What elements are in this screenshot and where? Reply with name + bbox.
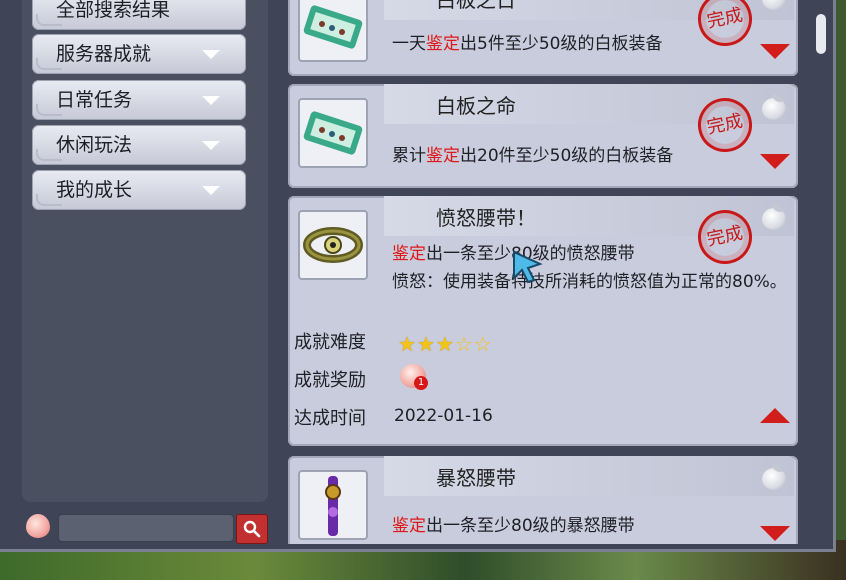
chevron-down-icon (202, 141, 220, 150)
peach-reward-icon (760, 94, 788, 120)
desc-text: 出20件至少50级的白板装备 (460, 146, 674, 166)
sidebar-item-label: 我的成长 (56, 179, 133, 201)
achievement-card[interactable]: 暴怒腰带 鉴定出一条至少80级的暴怒腰带 (288, 456, 798, 544)
achievement-title: 白板之日 (436, 0, 516, 12)
sidebar-item-label: 日常任务 (56, 89, 133, 111)
difficulty-label: 成就难度 (294, 332, 366, 353)
star-empty-icon: ☆ (454, 332, 474, 356)
expand-arrow-icon[interactable] (760, 154, 790, 169)
appraise-keyword: 鉴定 (426, 146, 460, 166)
expand-arrow-icon[interactable] (760, 44, 790, 59)
completion-time-value: 2022-01-16 (394, 406, 493, 426)
appraise-keyword: 鉴定 (426, 34, 460, 54)
reward-peach-icon[interactable]: 1 (400, 362, 428, 390)
purple-belt-icon (298, 470, 368, 540)
star-filled-icon: ★ (416, 332, 436, 356)
search-icon (243, 520, 261, 538)
sidebar-item-leisure[interactable]: 休闲玩法 (32, 125, 246, 165)
achievement-title: 愤怒腰带！ (436, 206, 536, 230)
completed-stamp-icon: 完成 (692, 0, 758, 52)
achievement-card[interactable]: 白板之日 一天鉴定出5件至少50级的白板装备 完成 (288, 0, 798, 76)
star-filled-icon: ★ (435, 332, 455, 356)
sidebar-item-my-growth[interactable]: 我的成长 (32, 170, 246, 210)
star-filled-icon: ★ (398, 332, 417, 356)
appraise-keyword: 鉴定 (392, 516, 426, 536)
search-button[interactable] (236, 514, 268, 544)
search-bar (22, 510, 270, 544)
sidebar-item-label: 全部搜索结果 (56, 0, 171, 21)
achievement-window: 全部搜索结果 服务器成就 日常任务 休闲玩法 我的成长 白板之日 一天鉴定出5件… (0, 0, 836, 552)
category-sidebar: 全部搜索结果 服务器成就 日常任务 休闲玩法 我的成长 (22, 0, 268, 502)
chevron-down-icon (202, 96, 220, 105)
scroll-icon (298, 98, 368, 168)
achievement-description: 鉴定出一条至少80级的暴怒腰带 (392, 514, 635, 538)
desc-text: 出5件至少50级的白板装备 (460, 34, 663, 54)
collapse-arrow-icon[interactable] (760, 408, 790, 423)
sidebar-item-server-achievements[interactable]: 服务器成就 (32, 34, 246, 74)
star-empty-icon: ☆ (473, 332, 493, 356)
sidebar-item-label: 休闲玩法 (56, 134, 133, 156)
achievement-extra-description: 愤怒：使用装备特技所消耗的愤怒值为正常的80%。 (392, 272, 787, 292)
achievement-title: 白板之命 (436, 94, 516, 118)
appraise-keyword: 鉴定 (392, 244, 426, 264)
reward-count-badge: 1 (414, 376, 428, 390)
scroll-icon (298, 0, 368, 62)
desc-text: 出一条至少80级的暴怒腰带 (426, 516, 635, 536)
desc-text: 一天 (392, 34, 426, 54)
sidebar-item-label: 服务器成就 (56, 43, 152, 65)
cloud-ornament-icon (36, 194, 62, 206)
cloud-ornament-icon (36, 58, 62, 70)
achievement-card-expanded[interactable]: 愤怒腰带！ 鉴定出一条至少80级的愤怒腰带 愤怒：使用装备特技所消耗的愤怒值为正… (288, 196, 798, 446)
chevron-down-icon (202, 186, 220, 195)
chevron-down-icon (202, 50, 220, 59)
expand-arrow-icon[interactable] (760, 526, 790, 541)
achievement-description: 一天鉴定出5件至少50级的白板装备 (392, 32, 662, 56)
cloud-ornament-icon (36, 14, 62, 26)
completion-time-label: 达成时间 (294, 408, 366, 429)
sidebar-item-daily-tasks[interactable]: 日常任务 (32, 80, 246, 120)
sidebar-item-all-results[interactable]: 全部搜索结果 (32, 0, 246, 30)
achievement-description: 累计鉴定出20件至少50级的白板装备 (392, 144, 673, 168)
peach-icon (26, 514, 50, 538)
scrollbar-thumb[interactable] (816, 14, 826, 54)
peach-reward-icon (760, 204, 788, 230)
cloud-ornament-icon (36, 104, 62, 116)
belt-icon (298, 210, 368, 280)
peach-reward-icon (760, 464, 788, 490)
peach-reward-icon (760, 0, 788, 10)
reward-label: 成就奖励 (294, 370, 366, 391)
difficulty-stars: ★★★☆☆ (398, 332, 493, 356)
cloud-ornament-icon (36, 149, 62, 161)
achievement-list: 白板之日 一天鉴定出5件至少50级的白板装备 完成 白板之命 累计鉴定出20件至… (282, 0, 812, 544)
search-input[interactable] (58, 514, 234, 542)
achievement-title: 暴怒腰带 (436, 466, 516, 490)
list-scrollbar[interactable] (812, 0, 832, 544)
desc-text: 累计 (392, 146, 426, 166)
achievement-card[interactable]: 白板之命 累计鉴定出20件至少50级的白板装备 完成 (288, 84, 798, 188)
game-cursor-icon (513, 250, 543, 284)
